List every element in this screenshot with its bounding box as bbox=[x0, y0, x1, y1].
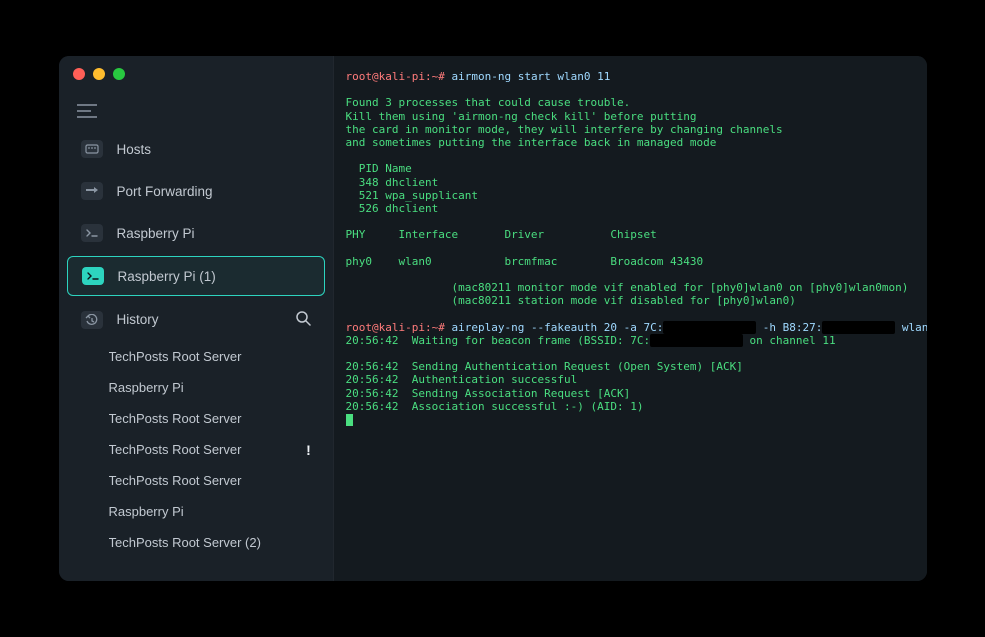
history-item[interactable]: Raspberry Pi bbox=[67, 496, 325, 527]
alert-icon: ! bbox=[307, 444, 311, 456]
history-label: History bbox=[117, 312, 281, 327]
history-item[interactable]: TechPosts Root Server (2) bbox=[67, 527, 325, 558]
sidebar-item-raspberry-pi[interactable]: Raspberry Pi bbox=[67, 214, 325, 252]
history-header: History bbox=[67, 300, 325, 339]
titlebar bbox=[59, 56, 333, 92]
sidebar: Hosts Port Forwarding Raspberry Pi Raspb… bbox=[59, 56, 334, 581]
history-item[interactable]: Raspberry Pi bbox=[67, 372, 325, 403]
cursor bbox=[346, 414, 353, 426]
app-window: Hosts Port Forwarding Raspberry Pi Raspb… bbox=[59, 56, 927, 581]
history-item[interactable]: TechPosts Root Server bbox=[67, 465, 325, 496]
sidebar-item-label: Raspberry Pi bbox=[117, 226, 195, 241]
sidebar-item-port-forwarding[interactable]: Port Forwarding bbox=[67, 172, 325, 210]
sidebar-item-hosts[interactable]: Hosts bbox=[67, 130, 325, 168]
history-item[interactable]: TechPosts Root Server! bbox=[67, 434, 325, 465]
sidebar-item-label: Raspberry Pi (1) bbox=[118, 269, 216, 284]
port-forwarding-icon bbox=[81, 182, 103, 200]
terminal-icon bbox=[82, 267, 104, 285]
search-icon bbox=[295, 310, 311, 326]
sidebar-item-label: Hosts bbox=[117, 142, 152, 157]
menu-button[interactable] bbox=[59, 92, 333, 128]
sidebar-item-label: Port Forwarding bbox=[117, 184, 213, 199]
maximize-button[interactable] bbox=[113, 68, 125, 80]
terminal-output: root@kali-pi:~# airmon-ng start wlan0 11… bbox=[346, 70, 915, 426]
search-button[interactable] bbox=[295, 310, 311, 329]
sidebar-item-raspberry-pi-1[interactable]: Raspberry Pi (1) bbox=[67, 256, 325, 296]
close-button[interactable] bbox=[73, 68, 85, 80]
history-item[interactable]: TechPosts Root Server bbox=[67, 403, 325, 434]
history-icon bbox=[81, 311, 103, 329]
history-list: TechPosts Root Server Raspberry Pi TechP… bbox=[59, 341, 333, 581]
terminal-pane[interactable]: root@kali-pi:~# airmon-ng start wlan0 11… bbox=[334, 56, 927, 581]
hamburger-icon bbox=[77, 104, 97, 118]
minimize-button[interactable] bbox=[93, 68, 105, 80]
hosts-icon bbox=[81, 140, 103, 158]
terminal-icon bbox=[81, 224, 103, 242]
history-item[interactable]: TechPosts Root Server bbox=[67, 341, 325, 372]
